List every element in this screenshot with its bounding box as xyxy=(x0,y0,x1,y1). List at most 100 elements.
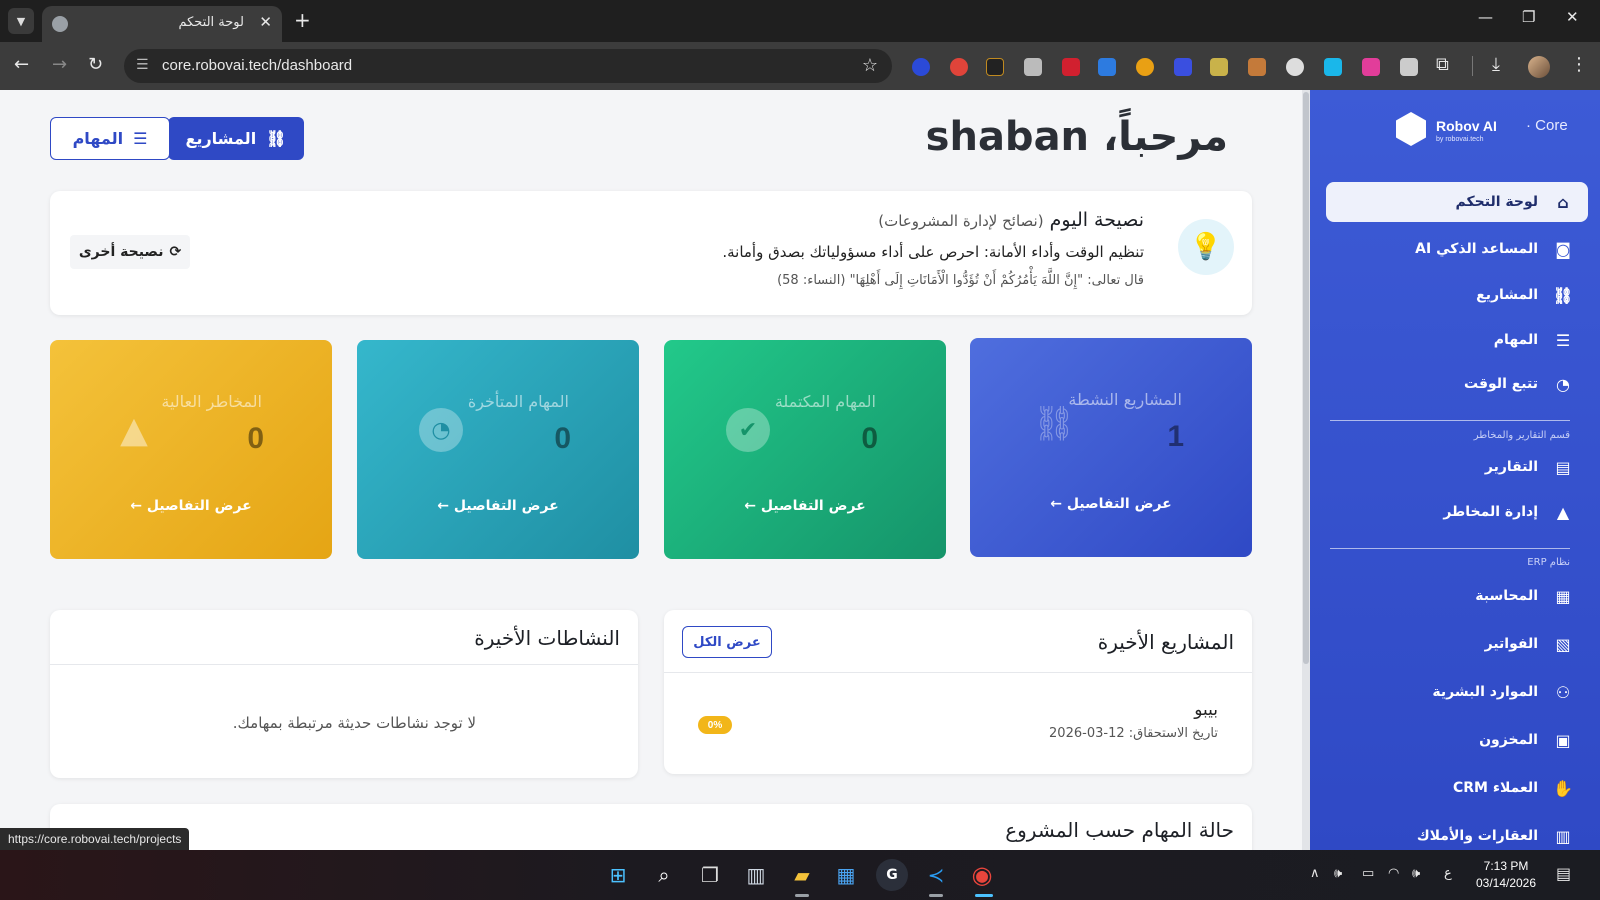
logo-hexagon-icon xyxy=(1396,112,1426,146)
forward-button[interactable]: → xyxy=(52,54,67,75)
vscode-icon[interactable]: ≺ xyxy=(920,859,952,891)
stat-label: المهام المكتملة xyxy=(774,392,876,411)
extensions-puzzle-icon[interactable]: ⧉ xyxy=(1436,54,1449,75)
bookmark-star-icon[interactable]: ☆ xyxy=(862,55,878,76)
address-bar[interactable]: ☰ core.robovai.tech/dashboard ☆ xyxy=(124,49,892,83)
view-details-link[interactable]: عرض التفاصيل ← xyxy=(970,496,1252,512)
windows-start-icon[interactable]: ⊞ xyxy=(602,859,634,891)
input-language[interactable]: ع xyxy=(1444,866,1452,881)
browser-tab[interactable]: لوحة التحكم ✕ xyxy=(42,6,282,42)
task-status-card: حالة المهام حسب المشروع xyxy=(50,804,1252,850)
sidebar-item-tasks[interactable]: ☰ المهام xyxy=(1326,320,1588,360)
download-icon[interactable]: ⤓ xyxy=(1492,54,1500,75)
sidebar-item-reports[interactable]: ▤ التقارير xyxy=(1326,447,1588,487)
extension-icon[interactable] xyxy=(1210,58,1228,76)
page-viewport: مرحباً، shaban ⛓ المشاريع ☰ المهام 💡 نصي… xyxy=(0,90,1600,850)
taskbar-clock[interactable]: 7:13 PM 03/14/2026 xyxy=(1466,858,1546,892)
extension-icon[interactable] xyxy=(1362,58,1380,76)
tasks-icon: ☰ xyxy=(1555,330,1571,350)
extension-icon[interactable] xyxy=(1324,58,1342,76)
scrollbar-thumb[interactable] xyxy=(1303,92,1309,664)
project-diagram-icon: ⛓ xyxy=(1032,404,1076,444)
close-window-button[interactable]: ✕ xyxy=(1566,8,1579,26)
warning-icon: ▲ xyxy=(120,409,148,451)
back-button[interactable]: ← xyxy=(14,54,29,75)
extension-icon[interactable] xyxy=(1174,58,1192,76)
sidebar-item-projects[interactable]: ⛓ المشاريع xyxy=(1326,275,1588,315)
extension-icon[interactable] xyxy=(1098,58,1116,76)
extension-icon[interactable] xyxy=(1248,58,1266,76)
sidebar-item-time-tracking[interactable]: ◔ تتبع الوقت xyxy=(1326,364,1588,404)
another-tip-button[interactable]: ⟳ نصيحة أخرى xyxy=(70,235,190,269)
close-tab-icon[interactable]: ✕ xyxy=(259,13,272,31)
extension-icon[interactable] xyxy=(950,58,968,76)
site-info-icon[interactable]: ☰ xyxy=(136,57,149,73)
task-view-icon[interactable]: ❐ xyxy=(694,859,726,891)
sidebar-item-risk-management[interactable]: ▲ إدارة المخاطر xyxy=(1326,492,1588,532)
boxes-icon: ▣ xyxy=(1555,730,1571,750)
sidebar-item-invoices[interactable]: ▧ الفواتير xyxy=(1326,624,1588,664)
sidebar-item-inventory[interactable]: ▣ المخزون xyxy=(1326,720,1588,760)
search-icon[interactable]: ⌕ xyxy=(648,859,680,891)
progress-badge: 0% xyxy=(698,716,732,734)
extension-icon[interactable] xyxy=(986,58,1004,76)
view-details-link[interactable]: عرض التفاصيل ← xyxy=(50,498,332,514)
project-due-date: تاريخ الاستحقاق: 12-03-2026 xyxy=(1049,726,1218,741)
tip-category: (نصائح لإدارة المشروعات) xyxy=(878,212,1044,230)
sidebar-divider xyxy=(1330,548,1570,549)
microsoft-store-icon[interactable]: ▦ xyxy=(830,859,862,891)
sidebar-item-label: الفواتير xyxy=(1484,636,1538,652)
widgets-icon[interactable]: ▥ xyxy=(740,859,772,891)
volume-icon[interactable]: 🕪 xyxy=(1412,866,1420,881)
notifications-icon[interactable]: ▤ xyxy=(1556,864,1571,883)
speaker-icon[interactable]: 🕪 xyxy=(1334,866,1342,881)
sidebar-item-accounting[interactable]: ▦ المحاسبة xyxy=(1326,576,1588,616)
clock-date: 03/14/2026 xyxy=(1475,876,1537,890)
reload-button[interactable]: ↻ xyxy=(88,54,103,75)
file-explorer-icon[interactable]: ▰ xyxy=(786,859,818,891)
extension-icon[interactable] xyxy=(1136,58,1154,76)
extension-icon[interactable] xyxy=(1062,58,1080,76)
main-content: مرحباً، shaban ⛓ المشاريع ☰ المهام 💡 نصي… xyxy=(0,90,1302,850)
tasks-button-label: المهام xyxy=(72,129,124,148)
sidebar-item-hr[interactable]: ⚇ الموارد البشرية xyxy=(1326,672,1588,712)
extension-icon[interactable] xyxy=(1286,58,1304,76)
extension-icon[interactable] xyxy=(1024,58,1042,76)
stat-card-active-projects: المشاريع النشطة 1 ⛓ عرض التفاصيل ← xyxy=(970,338,1252,557)
new-tab-button[interactable]: + xyxy=(294,8,311,32)
extension-icon[interactable] xyxy=(912,58,930,76)
g-app-icon[interactable]: G xyxy=(876,859,908,891)
task-status-title: حالة المهام حسب المشروع xyxy=(1005,818,1234,842)
sidebar-item-crm[interactable]: ✋ العملاء CRM xyxy=(1326,768,1588,808)
profile-avatar[interactable] xyxy=(1528,56,1550,78)
chart-icon: ▤ xyxy=(1555,457,1571,477)
battery-icon[interactable]: ▭ xyxy=(1362,866,1374,881)
url-text: core.robovai.tech/dashboard xyxy=(162,57,353,74)
view-details-link[interactable]: عرض التفاصيل ← xyxy=(357,498,639,514)
view-all-button[interactable]: عرض الكل xyxy=(682,626,772,658)
users-icon: ⚇ xyxy=(1555,682,1571,702)
running-indicator xyxy=(929,894,943,897)
sidebar-item-ai-assistant[interactable]: ◙ المساعد الذكي AI xyxy=(1326,229,1588,269)
sidebar-item-real-estate[interactable]: ▥ العقارات والأملاك xyxy=(1326,816,1588,850)
stat-label: المخاطر العالية xyxy=(161,392,262,411)
sidebar-section-reports: قسم التقارير والمخاطر xyxy=(1473,430,1570,441)
brand-logo[interactable]: Robov AI · Core by robovai.tech xyxy=(1396,112,1586,148)
tray-overflow-icon[interactable]: ∧ xyxy=(1310,866,1320,881)
projects-button[interactable]: ⛓ المشاريع xyxy=(168,117,304,160)
chrome-icon[interactable]: ◉ xyxy=(966,859,998,891)
wifi-icon[interactable]: ◠ xyxy=(1388,866,1399,881)
extension-icon[interactable] xyxy=(1400,58,1418,76)
check-circle-icon: ✔ xyxy=(726,408,770,452)
sidebar-item-dashboard[interactable]: ⌂ لوحة التحكم xyxy=(1326,182,1588,222)
view-details-label: عرض التفاصيل xyxy=(453,498,559,514)
projects-button-label: المشاريع xyxy=(185,129,257,148)
tab-list-button[interactable]: ▼ xyxy=(8,8,34,34)
tasks-button[interactable]: ☰ المهام xyxy=(50,117,170,160)
view-details-link[interactable]: عرض التفاصيل ← xyxy=(664,498,946,514)
project-diagram-icon: ⛓ xyxy=(266,129,287,148)
menu-kebab-icon[interactable]: ⋮ xyxy=(1570,54,1588,75)
restore-button[interactable]: ❐ xyxy=(1522,8,1535,26)
clock-icon: ◔ xyxy=(419,408,463,452)
minimize-button[interactable]: — xyxy=(1478,8,1493,26)
